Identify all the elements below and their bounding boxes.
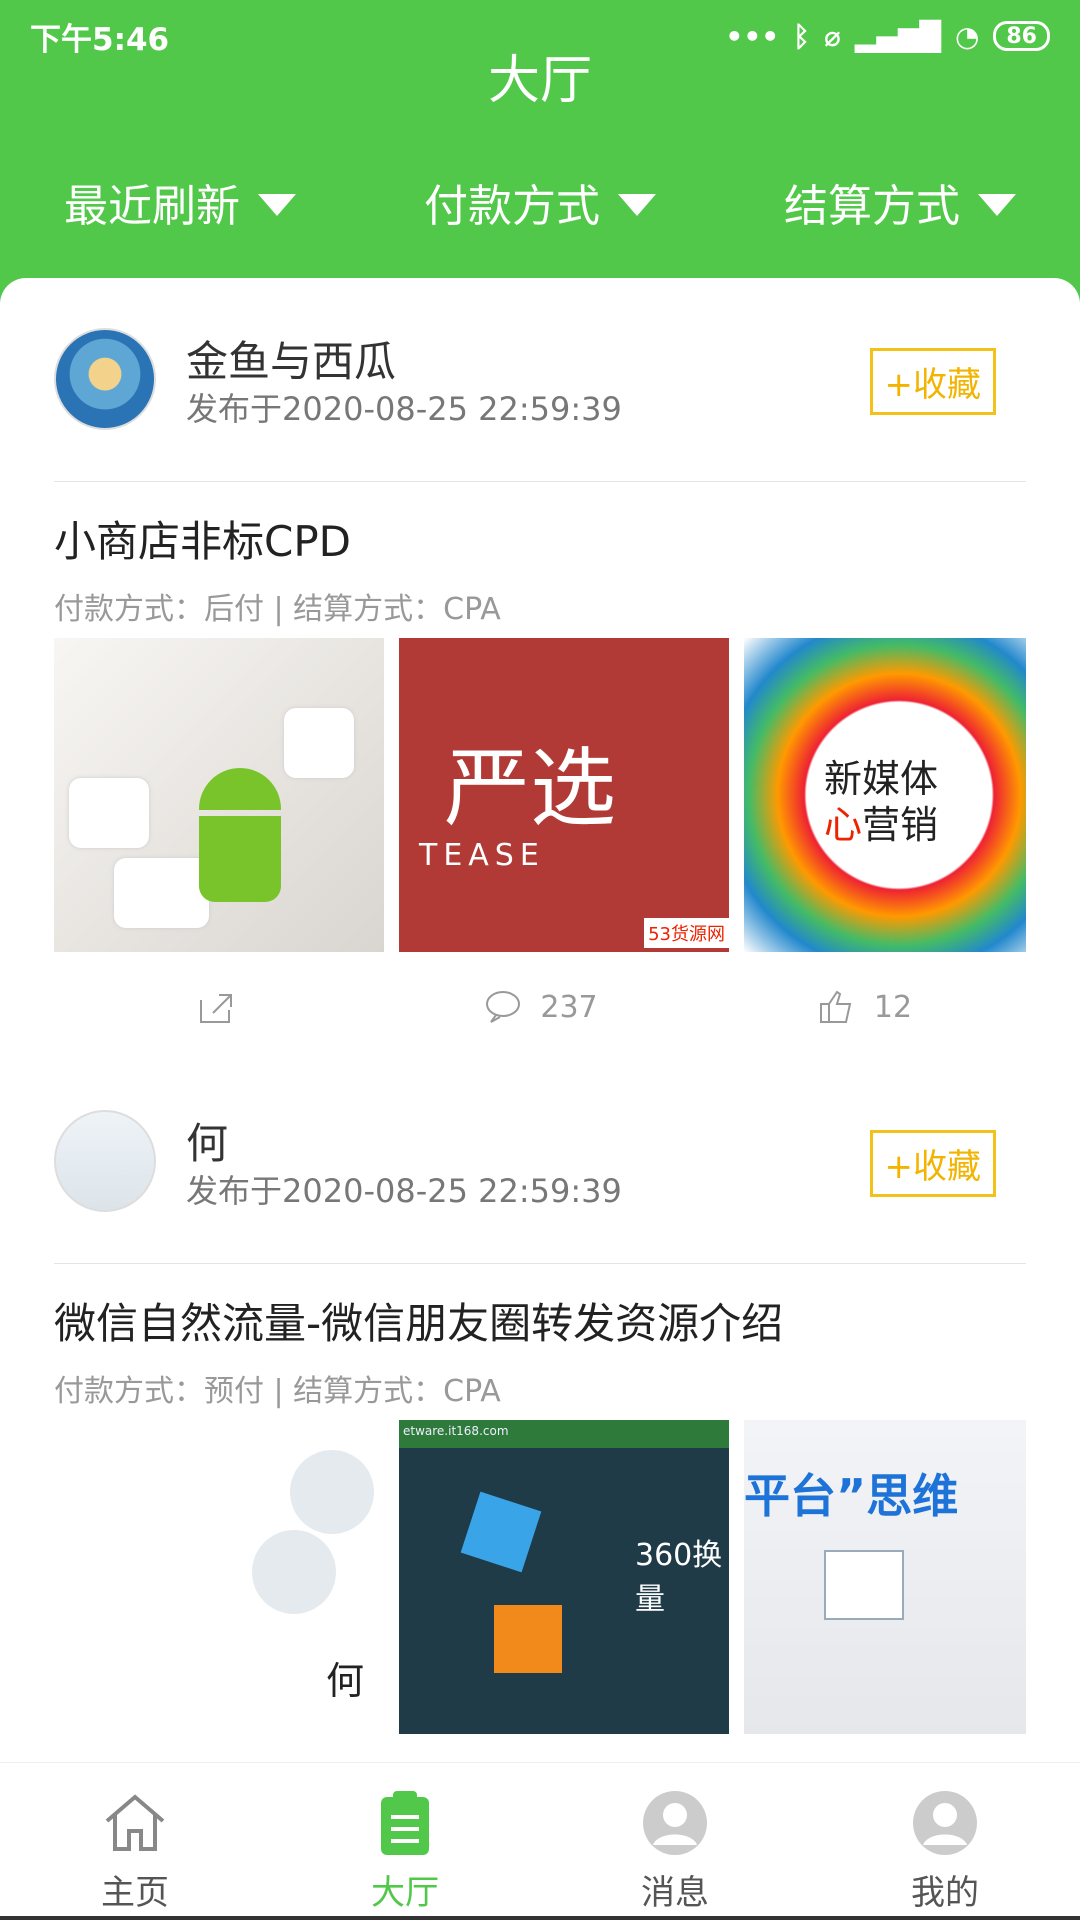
image-text: 360换量	[635, 1538, 723, 1617]
dropdown-arrow-icon	[258, 194, 296, 216]
filter-payment[interactable]: 付款方式	[424, 170, 656, 234]
orange-cube-icon	[494, 1605, 562, 1673]
dropdown-arrow-icon	[618, 194, 656, 216]
avatar[interactable]	[54, 1110, 156, 1212]
marshmallow-shape	[69, 778, 149, 848]
dropdown-arrow-icon	[978, 194, 1016, 216]
filter-label: 付款方式	[424, 181, 600, 232]
filter-label: 最近刷新	[64, 181, 240, 232]
clipboard-icon	[381, 1791, 429, 1855]
image-subtext: TEASE	[419, 838, 545, 873]
image-text-line: 心营销	[824, 803, 939, 847]
nav-label: 我的	[911, 1873, 979, 1913]
avatar-collage-image[interactable]: 何	[54, 1420, 384, 1734]
marshmallow-shape	[114, 858, 209, 928]
platform-thinking-image[interactable]: 平台”思维	[744, 1420, 1026, 1734]
image-text: 新媒体 心营销	[824, 756, 938, 848]
blue-cube-icon	[460, 1491, 542, 1573]
post-meta: 付款方式：预付 | 结算方式：CPA	[54, 1374, 501, 1409]
favorite-button[interactable]: +收藏	[869, 1130, 996, 1197]
post-card[interactable]: 金鱼与西瓜 发布于2020-08-25 22:59:39 +收藏 小商店非标CP…	[54, 278, 1026, 1025]
post-actions: 237 12	[54, 986, 1026, 1028]
message-icon	[643, 1791, 707, 1855]
image-text-line: 新媒体	[824, 757, 939, 801]
image-row: 严选 TEASE 53货源网 新媒体 心营销	[54, 638, 1026, 952]
divider	[54, 1263, 1026, 1264]
image-row: 何 etware.it168.com 360换量 平台”思维	[54, 1420, 1026, 1734]
nav-label: 大厅	[371, 1873, 439, 1913]
share-icon	[200, 994, 232, 1023]
android-marshmallow-image[interactable]	[54, 638, 384, 952]
placeholder-avatar-icon	[252, 1530, 336, 1614]
yanxuan-image[interactable]: 严选 TEASE 53货源网	[399, 638, 729, 952]
android-head	[199, 768, 281, 810]
post-header: 金鱼与西瓜 发布于2020-08-25 22:59:39 +收藏	[54, 278, 1026, 430]
diagram-box	[824, 1550, 904, 1620]
divider	[54, 481, 1026, 482]
nav-mine[interactable]: 我的	[810, 1763, 1080, 1920]
filter-settlement[interactable]: 结算方式	[784, 170, 1016, 234]
image-badge: 53货源网	[644, 918, 729, 948]
app-header: 下午5:46 ••• ᛒ ⌀ ▂▄▆█ ◔ 86 大厅 最近刷新 付款方式 结算…	[0, 0, 1080, 290]
filter-label: 结算方式	[784, 181, 960, 232]
profile-icon	[913, 1791, 977, 1855]
placeholder-avatar-icon	[290, 1450, 374, 1534]
like-button[interactable]: 12	[702, 986, 1026, 1028]
author-name: 金鱼与西瓜	[186, 337, 397, 386]
share-button[interactable]	[54, 986, 378, 1028]
image-text: 严选	[444, 739, 616, 839]
post-time: 发布于2020-08-25 22:59:39	[186, 390, 622, 428]
new-media-image[interactable]: 新媒体 心营销	[744, 638, 1026, 952]
author-name: 何	[186, 1119, 229, 1168]
nav-messages[interactable]: 消息	[540, 1763, 810, 1920]
post-card[interactable]: 何 发布于2020-08-25 22:59:39 +收藏 微信自然流量-微信朋友…	[54, 1060, 1026, 1734]
nav-hall[interactable]: 大厅	[270, 1763, 540, 1920]
system-navigation-bar	[0, 1916, 1080, 1920]
marshmallow-shape	[284, 708, 354, 778]
content-panel: 金鱼与西瓜 发布于2020-08-25 22:59:39 +收藏 小商店非标CP…	[0, 278, 1080, 1762]
nav-home[interactable]: 主页	[0, 1763, 270, 1920]
post-title[interactable]: 小商店非标CPD	[54, 508, 351, 569]
android-figure	[199, 768, 281, 918]
android-body	[199, 816, 281, 902]
thumbs-up-icon	[819, 990, 852, 1023]
comment-count: 237	[540, 989, 598, 1025]
bottom-navigation: 主页 大厅 消息 我的	[0, 1762, 1080, 1920]
ad-network-image[interactable]: etware.it168.com 360换量	[399, 1420, 729, 1734]
avatar[interactable]	[54, 328, 156, 430]
comment-button[interactable]: 237	[378, 986, 702, 1028]
nav-label: 主页	[101, 1873, 169, 1913]
post-title[interactable]: 微信自然流量-微信朋友圈转发资源介绍	[54, 1290, 783, 1351]
filter-bar: 最近刷新 付款方式 结算方式	[0, 170, 1080, 234]
post-header: 何 发布于2020-08-25 22:59:39 +收藏	[54, 1060, 1026, 1212]
favorite-button[interactable]: +收藏	[869, 348, 996, 415]
image-text: 平台”思维	[744, 1469, 959, 1523]
post-time: 发布于2020-08-25 22:59:39	[186, 1172, 622, 1210]
home-icon	[105, 1794, 165, 1851]
post-meta: 付款方式：后付 | 结算方式：CPA	[54, 592, 501, 627]
page-title: 大厅	[487, 51, 592, 111]
like-count: 12	[873, 989, 913, 1025]
image-label: 何	[325, 1659, 364, 1703]
filter-recent[interactable]: 最近刷新	[64, 170, 296, 234]
image-header: etware.it168.com	[399, 1420, 729, 1448]
comment-icon	[486, 991, 521, 1023]
nav-label: 消息	[641, 1873, 709, 1913]
